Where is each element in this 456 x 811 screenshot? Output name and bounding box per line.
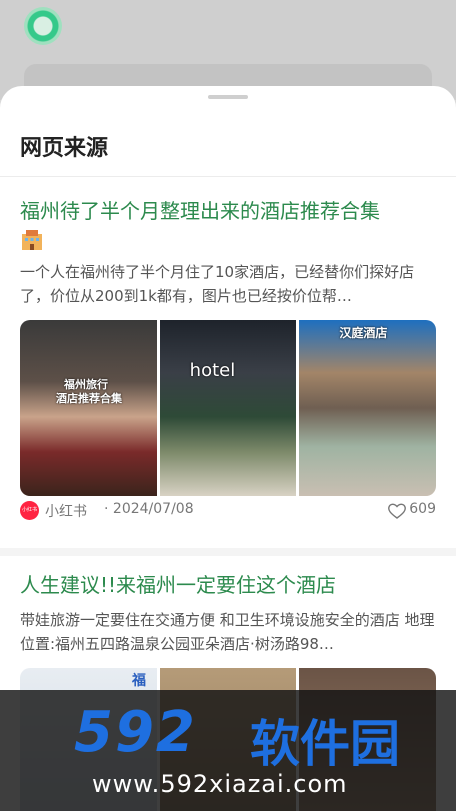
background-app-header bbox=[0, 0, 456, 104]
card-description: 带娃旅游一定要住在交通方便 和卫生环境设施安全的酒店 地理位置:福州五四路温泉公… bbox=[20, 611, 435, 653]
hotel-icon bbox=[20, 228, 44, 252]
watermark-logo-text: 软件园 bbox=[250, 715, 400, 773]
card-description: 一个人在福州待了半个月住了10家酒店，已经替你们探好店了，价位从200到1k都有… bbox=[20, 263, 415, 305]
heart-icon[interactable] bbox=[388, 503, 406, 519]
photo-hotel-sign: 汉庭酒店 bbox=[339, 326, 388, 340]
card-meta: 小红书 小红书 · 2024/07/08 609 bbox=[20, 501, 436, 521]
card-title-text[interactable]: 福州待了半个月整理出来的酒店推荐合集 bbox=[20, 199, 380, 223]
watermark-url: www.592xiazai.com bbox=[92, 770, 348, 798]
watermark-logo-digits: 592 bbox=[74, 700, 197, 765]
sheet-title: 网页来源 bbox=[20, 136, 109, 161]
app-logo-icon bbox=[24, 7, 62, 45]
sheet-drag-handle[interactable] bbox=[208, 95, 248, 99]
watermark-banner: 592 软件园 www.592xiazai.com bbox=[0, 690, 456, 811]
source-card[interactable]: 福州待了半个月整理出来的酒店推荐合集 一个人在福州待了半个月住了10家酒店，已经… bbox=[0, 196, 456, 526]
card-separator bbox=[0, 548, 456, 556]
source-name: 小红书 bbox=[45, 504, 87, 520]
photo-thumbnail[interactable]: hotel bbox=[159, 320, 297, 496]
card-title[interactable]: 人生建议!!来福州一定要住这个酒店 bbox=[20, 570, 430, 600]
photo-overlay-line: 酒店推荐合集 bbox=[56, 392, 122, 405]
post-date: · 2024/07/08 bbox=[104, 501, 194, 517]
photo-hotel-sign: hotel bbox=[189, 360, 236, 381]
xiaohongshu-icon: 小红书 bbox=[20, 501, 39, 520]
divider bbox=[0, 176, 456, 177]
photo-overlay-char: 福 bbox=[132, 673, 146, 689]
photo-thumbnail[interactable]: 汉庭酒店 bbox=[299, 320, 436, 496]
photo-thumbnail[interactable]: 福州旅行 酒店推荐合集 bbox=[20, 320, 157, 496]
card-title[interactable]: 福州待了半个月整理出来的酒店推荐合集 bbox=[20, 196, 430, 256]
photo-strip[interactable]: 福州旅行 酒店推荐合集 hotel 汉庭酒店 bbox=[20, 320, 436, 496]
like-count: 609 bbox=[409, 501, 436, 517]
